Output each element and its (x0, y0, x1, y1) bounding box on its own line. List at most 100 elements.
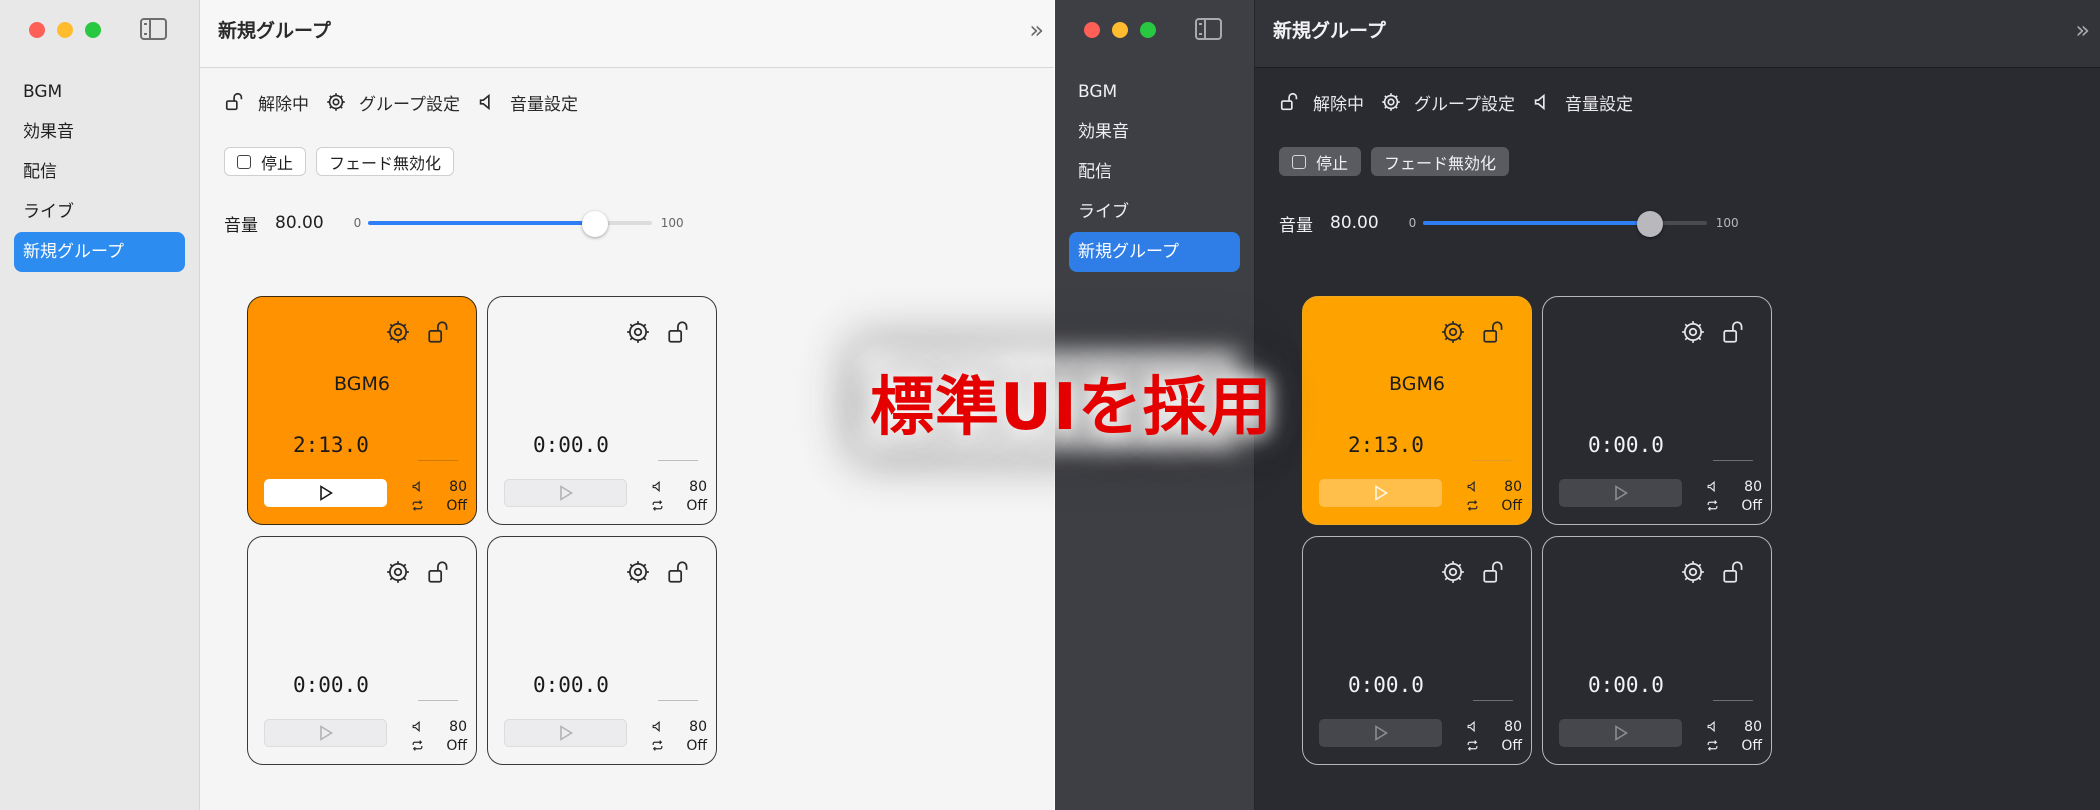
gear-icon[interactable] (385, 559, 411, 585)
sound-volume: 80 (1744, 718, 1762, 735)
speaker-icon[interactable] (1531, 91, 1553, 113)
slider-track[interactable] (367, 211, 652, 237)
group-settings-label[interactable]: グループ設定 (1414, 90, 1515, 115)
gear-icon[interactable] (325, 91, 347, 113)
sound-meta: 80 Off (651, 717, 707, 755)
sidebar-item-streaming[interactable]: 配信 (1069, 152, 1240, 192)
repeat-icon[interactable] (651, 739, 664, 752)
group-settings-label[interactable]: グループ設定 (359, 90, 460, 115)
slider-knob[interactable] (1636, 211, 1663, 237)
unlock-icon[interactable] (1721, 319, 1747, 345)
sidebar-item-new-group[interactable]: 新規グループ (14, 232, 185, 272)
gear-icon[interactable] (1680, 319, 1706, 345)
sound-card[interactable]: 0:00.0 80 Off (1542, 296, 1772, 525)
slider-fill (1422, 221, 1650, 225)
speaker-icon[interactable] (476, 91, 498, 113)
unlock-icon[interactable] (426, 559, 452, 585)
unlock-icon[interactable] (224, 91, 246, 113)
unlock-icon[interactable] (426, 319, 452, 345)
lock-status-label[interactable]: 解除中 (1313, 90, 1364, 115)
sound-card[interactable]: 0:00.0 80 Off (487, 296, 717, 525)
play-button[interactable] (1319, 719, 1442, 747)
play-button[interactable] (1559, 719, 1682, 747)
sidebar-item-sound-effects[interactable]: 効果音 (14, 112, 185, 152)
zoom-window-button[interactable] (85, 22, 101, 38)
minimize-window-button[interactable] (57, 22, 73, 38)
loop-status: Off (1501, 497, 1522, 514)
slider-track[interactable] (1422, 211, 1707, 237)
gear-icon[interactable] (625, 319, 651, 345)
fade-disable-button[interactable]: フェード無効化 (316, 147, 455, 176)
stop-button[interactable]: 停止 (1279, 147, 1362, 176)
unlock-icon[interactable] (666, 319, 692, 345)
slider-knob[interactable] (581, 211, 608, 237)
gear-icon[interactable] (1380, 91, 1402, 113)
play-button[interactable] (1319, 479, 1442, 507)
gear-icon[interactable] (1680, 559, 1706, 585)
sidebar-item-live[interactable]: ライブ (1069, 192, 1240, 232)
sound-card[interactable]: 0:00.0 80 Off (247, 536, 477, 765)
fade-disable-button[interactable]: フェード無効化 (1371, 147, 1510, 176)
close-window-button[interactable] (1084, 22, 1100, 38)
slider-max-label: 100 (1715, 216, 1739, 230)
repeat-icon[interactable] (651, 499, 664, 512)
sound-meta: 80 Off (1466, 717, 1522, 755)
zoom-window-button[interactable] (1140, 22, 1156, 38)
repeat-icon[interactable] (411, 739, 424, 752)
volume-settings-label[interactable]: 音量設定 (510, 90, 578, 115)
repeat-icon[interactable] (1706, 499, 1719, 512)
lock-status-label[interactable]: 解除中 (258, 90, 309, 115)
repeat-icon[interactable] (1706, 739, 1719, 752)
unlock-icon[interactable] (1721, 559, 1747, 585)
sound-card[interactable]: 0:00.0 80 Off (1542, 536, 1772, 765)
volume-slider[interactable]: 0 100 (354, 210, 684, 237)
sound-time: 0:00.0 (1588, 433, 1664, 457)
gear-icon[interactable] (625, 559, 651, 585)
speaker-icon (1467, 720, 1475, 733)
sidebar-toggle-icon[interactable] (140, 18, 167, 40)
repeat-icon[interactable] (1466, 499, 1479, 512)
play-button[interactable] (264, 479, 387, 507)
repeat-icon[interactable] (1466, 739, 1479, 752)
overlay-banner: 標準UIを採用 (870, 371, 1273, 445)
checkbox-icon (1292, 154, 1306, 169)
volume-settings-label[interactable]: 音量設定 (1565, 90, 1633, 115)
unlock-icon[interactable] (1279, 91, 1301, 113)
play-icon (559, 725, 573, 741)
sound-card[interactable]: BGM6 2:13.0 80 Off (1302, 296, 1532, 525)
sound-volume: 80 (449, 718, 467, 735)
chevrons-right-icon[interactable]: » (2075, 16, 2089, 44)
sound-card[interactable]: BGM6 2:13.0 80 Off (247, 296, 477, 525)
sidebar-item-streaming[interactable]: 配信 (14, 152, 185, 192)
unlock-icon[interactable] (1481, 559, 1507, 585)
sound-card[interactable]: 0:00.0 80 Off (1302, 536, 1532, 765)
stop-button[interactable]: 停止 (224, 147, 307, 176)
unlock-icon[interactable] (666, 559, 692, 585)
play-button[interactable] (504, 719, 627, 747)
play-icon (319, 485, 333, 501)
checkbox-icon (237, 154, 251, 169)
chevrons-right-icon[interactable]: » (1029, 16, 1043, 44)
gear-icon[interactable] (1440, 559, 1466, 585)
sidebar-item-bgm[interactable]: BGM (1069, 72, 1240, 112)
gear-icon[interactable] (1440, 319, 1466, 345)
close-window-button[interactable] (29, 22, 45, 38)
loop-status: Off (686, 497, 707, 514)
sidebar-item-sound-effects[interactable]: 効果音 (1069, 112, 1240, 152)
sidebar-toggle-icon[interactable] (1195, 18, 1222, 40)
play-button[interactable] (264, 719, 387, 747)
play-button[interactable] (1559, 479, 1682, 507)
volume-slider[interactable]: 0 100 (1409, 210, 1739, 237)
sidebar-item-live[interactable]: ライブ (14, 192, 185, 232)
sidebar-nav: BGM 効果音 配信 ライブ 新規グループ (14, 72, 185, 272)
loop-status: Off (1501, 737, 1522, 754)
gear-icon[interactable] (385, 319, 411, 345)
unlock-icon[interactable] (1481, 319, 1507, 345)
minimize-window-button[interactable] (1112, 22, 1128, 38)
repeat-icon[interactable] (411, 499, 424, 512)
play-button[interactable] (504, 479, 627, 507)
sidebar-item-bgm[interactable]: BGM (14, 72, 185, 112)
sidebar: BGM 効果音 配信 ライブ 新規グループ (0, 0, 200, 810)
sound-card[interactable]: 0:00.0 80 Off (487, 536, 717, 765)
sidebar-item-new-group[interactable]: 新規グループ (1069, 232, 1240, 272)
